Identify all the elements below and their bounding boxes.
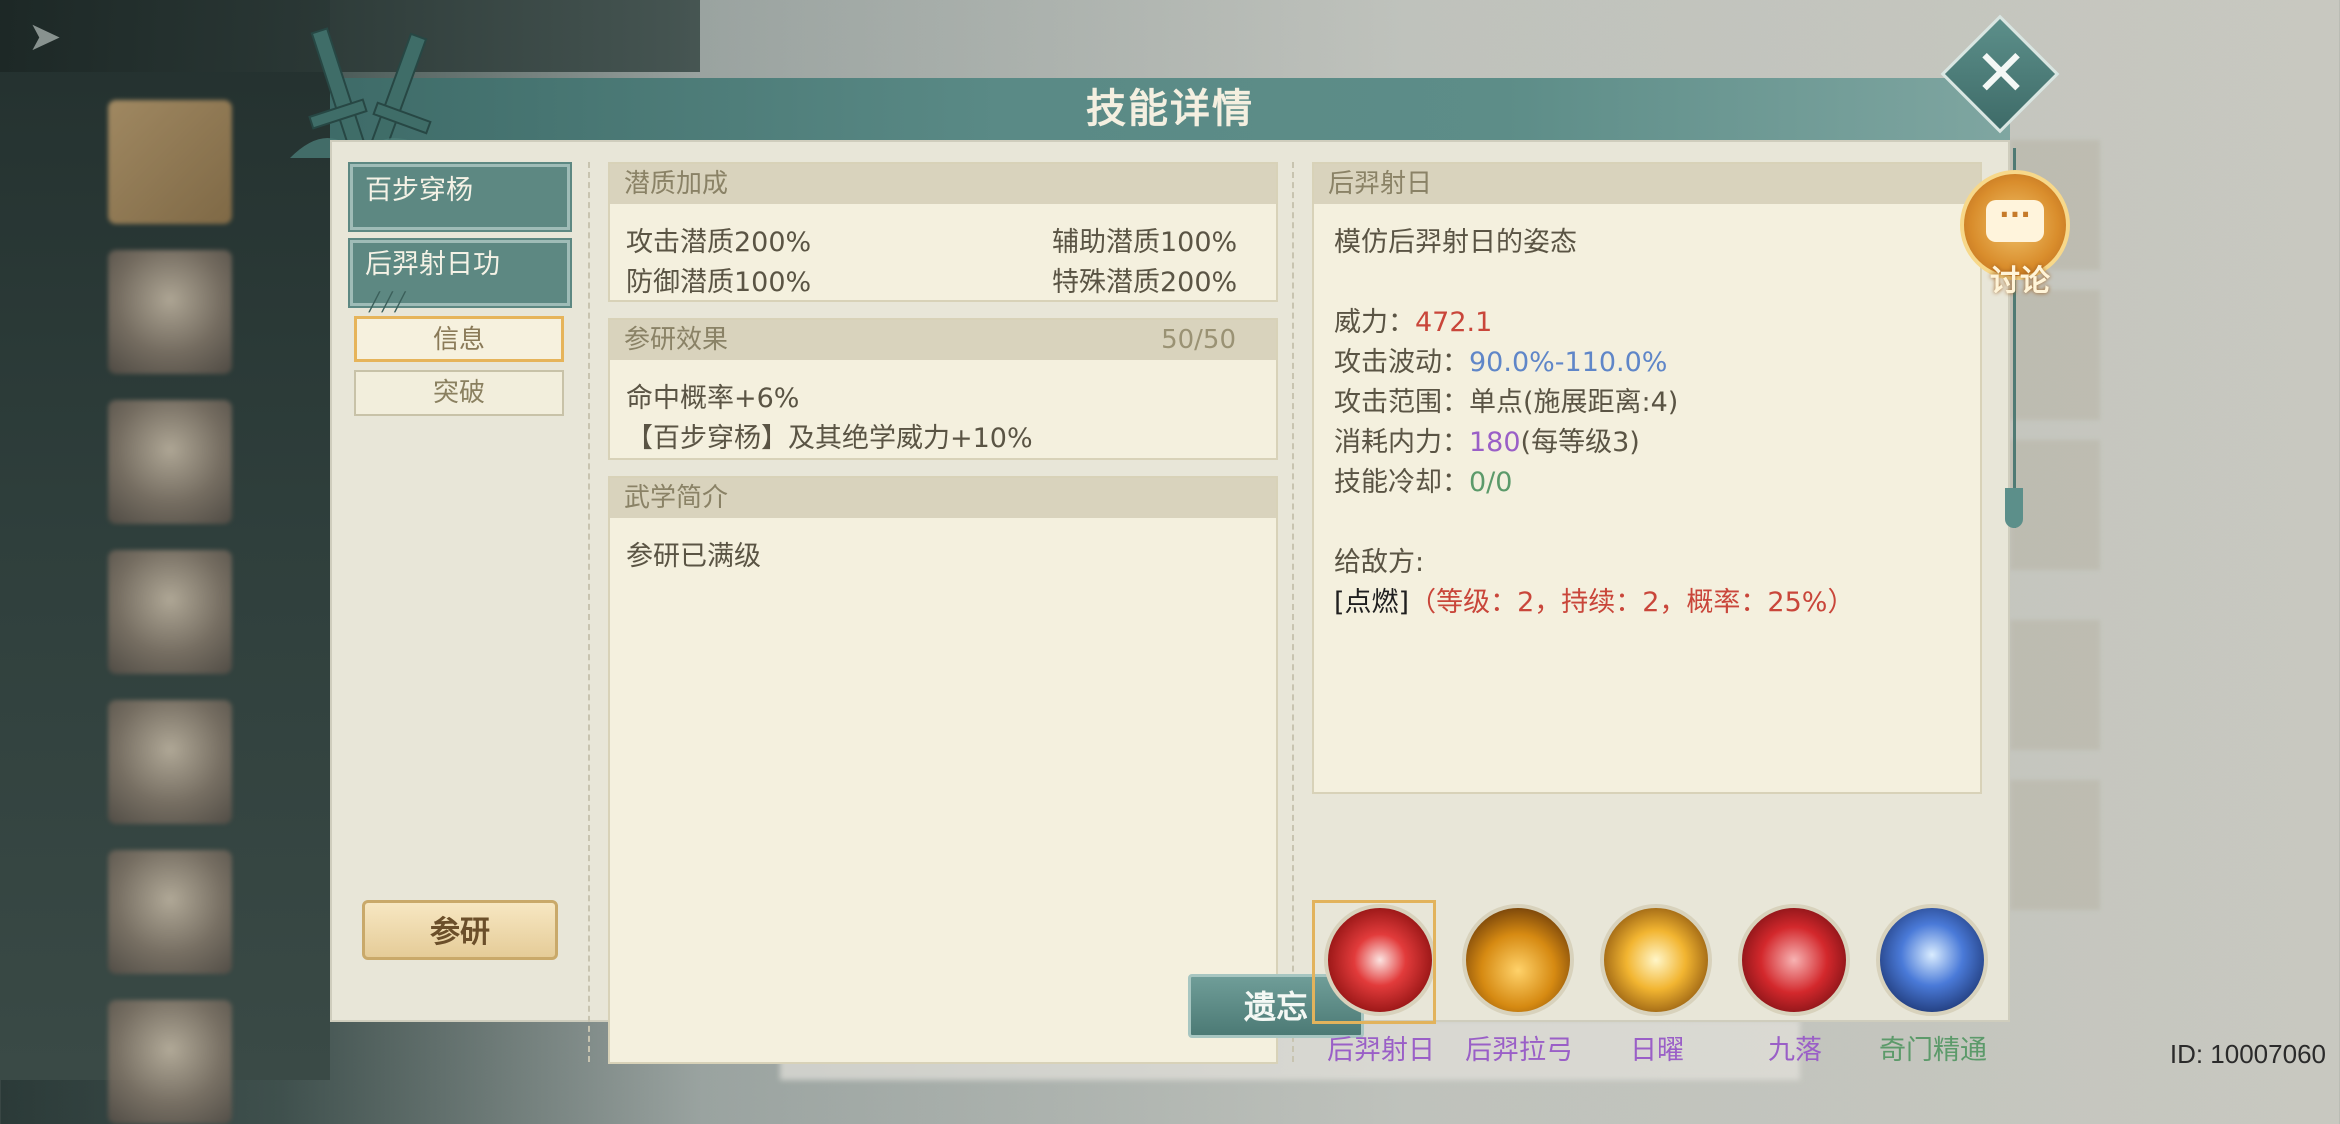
- power-value: 472.1: [1415, 307, 1493, 338]
- divider: [588, 162, 592, 1062]
- panel-header: 后羿射日: [1314, 164, 1980, 204]
- selection-frame: [1312, 900, 1436, 1024]
- tab-skill-baibuchuanyang[interactable]: 百步穿杨: [348, 162, 572, 232]
- falling-arrows-icon[interactable]: [1738, 904, 1850, 1016]
- enemy-label: 给敌方:: [1334, 547, 1425, 578]
- panel-header: 参研效果 50/50: [610, 320, 1276, 360]
- skill-name: 后羿拉弓: [1465, 1035, 1573, 1066]
- range-label: 攻击范围：: [1334, 387, 1469, 418]
- skill-slot-qimenjingtong[interactable]: 奇门精通: [1868, 904, 1998, 1067]
- cost-label: 消耗内力：: [1334, 427, 1469, 458]
- cooldown-label: 技能冷却：: [1334, 467, 1469, 498]
- discuss-label[interactable]: 讨论: [1980, 256, 2060, 300]
- close-icon[interactable]: ✕: [1966, 36, 2036, 112]
- background-card: [2010, 620, 2100, 750]
- power-row: 威力：472.1: [1334, 300, 1492, 339]
- cooldown-row: 技能冷却：0/0: [1334, 460, 1512, 499]
- range-value: 单点(施展距离:4): [1469, 387, 1679, 418]
- character-thumb[interactable]: [108, 850, 232, 974]
- cost-row: 消耗内力：180(每等级3): [1334, 420, 1640, 459]
- dialog-title: 技能详情: [1086, 85, 1254, 132]
- research-effect-1: 命中概率+6%: [626, 383, 800, 414]
- fluctuation-value: 90.0%-110.0%: [1469, 347, 1668, 378]
- character-thumb[interactable]: [108, 550, 232, 674]
- potential-panel: 潜质加成 攻击潜质200% 辅助潜质100% 防御潜质100% 特殊潜质200%: [608, 162, 1278, 302]
- panel-title: 参研效果: [624, 325, 729, 355]
- character-thumb[interactable]: [108, 100, 232, 224]
- tassel-icon: [2005, 488, 2023, 528]
- skill-name: 后羿射日: [1327, 1035, 1435, 1066]
- bow-draw-icon[interactable]: [1462, 904, 1574, 1016]
- skill-slot-houyisheri[interactable]: 后羿射日: [1312, 900, 1446, 1067]
- cost-value: 180: [1469, 427, 1521, 458]
- skill-detail-panel: 后羿射日 模仿后羿射日的姿态 威力：472.1 攻击波动：90.0%-110.0…: [1312, 162, 1982, 794]
- research-button[interactable]: 参研: [362, 900, 558, 960]
- skill-slot-riyao[interactable]: 日曜: [1592, 904, 1722, 1067]
- tab-breakthrough[interactable]: 突破: [354, 370, 564, 416]
- range-row: 攻击范围：单点(施展距离:4): [1334, 380, 1678, 419]
- skill-slot-jiuluo[interactable]: 九落: [1730, 904, 1860, 1067]
- background-card: [2010, 780, 2100, 910]
- effect-name[interactable]: [点燃]: [1334, 587, 1409, 618]
- enemy-effect-row: [点燃]（等级：2，持续：2，概率：25%）: [1334, 580, 1854, 619]
- effect-detail: （等级：2，持续：2，概率：25%）: [1409, 587, 1855, 618]
- panel-header: 武学简介: [610, 478, 1276, 518]
- skill-detail-dialog: 技能详情 ✕ 百步穿杨 后羿射日功 ╱╱╱ 信息 突破 参研 潜质加成 攻击潜质…: [290, 14, 2060, 1066]
- tab-label: 百步穿杨: [365, 175, 473, 206]
- skill-slot-houyilagong[interactable]: 后羿拉弓: [1454, 904, 1584, 1067]
- skill-name: 奇门精通: [1879, 1035, 1987, 1066]
- meditation-aura-icon[interactable]: [1876, 904, 1988, 1016]
- research-progress: 50/50: [1161, 325, 1236, 355]
- special-potential: 特殊潜质200%: [1052, 267, 1238, 298]
- skill-description: 模仿后羿射日的姿态: [1334, 227, 1577, 258]
- background-card: [2010, 440, 2100, 570]
- character-thumb[interactable]: [108, 250, 232, 374]
- background-card: [2010, 290, 2100, 420]
- research-panel: 参研效果 50/50 命中概率+6% 【百步穿杨】及其绝学威力+10%: [608, 318, 1278, 460]
- character-thumb[interactable]: [108, 700, 232, 824]
- tab-skill-houyisheri[interactable]: 后羿射日功 ╱╱╱: [348, 238, 572, 313]
- character-thumb[interactable]: [108, 1000, 232, 1124]
- skill-name: 九落: [1768, 1035, 1822, 1066]
- defense-potential: 防御潜质100%: [626, 267, 812, 298]
- tab-info[interactable]: 信息: [354, 316, 564, 362]
- sun-blaze-icon[interactable]: [1600, 904, 1712, 1016]
- panel-header: 潜质加成: [610, 164, 1276, 204]
- fluctuation-row: 攻击波动：90.0%-110.0%: [1334, 340, 1667, 379]
- intro-panel: 武学简介 参研已满级: [608, 476, 1278, 1064]
- power-label: 威力：: [1334, 307, 1415, 338]
- player-id: ID: 10007060: [2169, 1039, 2326, 1069]
- research-effect-2: 【百步穿杨】及其绝学威力+10%: [626, 423, 1033, 454]
- back-arrow-icon[interactable]: ➤: [28, 14, 74, 60]
- fluctuation-label: 攻击波动：: [1334, 347, 1469, 378]
- character-thumb[interactable]: [108, 400, 232, 524]
- chat-bubble-icon[interactable]: ···: [1986, 200, 2044, 242]
- cost-suffix: (每等级3): [1520, 427, 1640, 458]
- skill-name: 日曜: [1630, 1035, 1684, 1066]
- support-potential: 辅助潜质100%: [1052, 227, 1238, 258]
- cooldown-value: 0/0: [1469, 467, 1513, 498]
- attack-potential: 攻击潜质200%: [626, 227, 812, 258]
- tab-label: 后羿射日功: [365, 249, 500, 280]
- intro-text: 参研已满级: [626, 541, 761, 572]
- divider: [1292, 162, 1296, 1062]
